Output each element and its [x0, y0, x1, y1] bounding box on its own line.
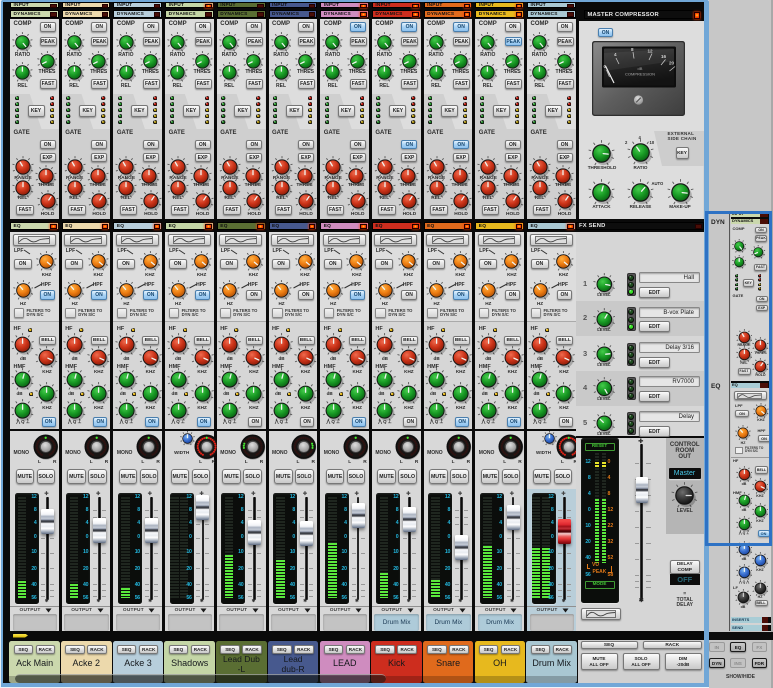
svg-text:dB: dB [638, 66, 643, 71]
svg-text:COMPRESSION: COMPRESSION [625, 72, 655, 77]
svg-text:8: 8 [631, 47, 634, 52]
